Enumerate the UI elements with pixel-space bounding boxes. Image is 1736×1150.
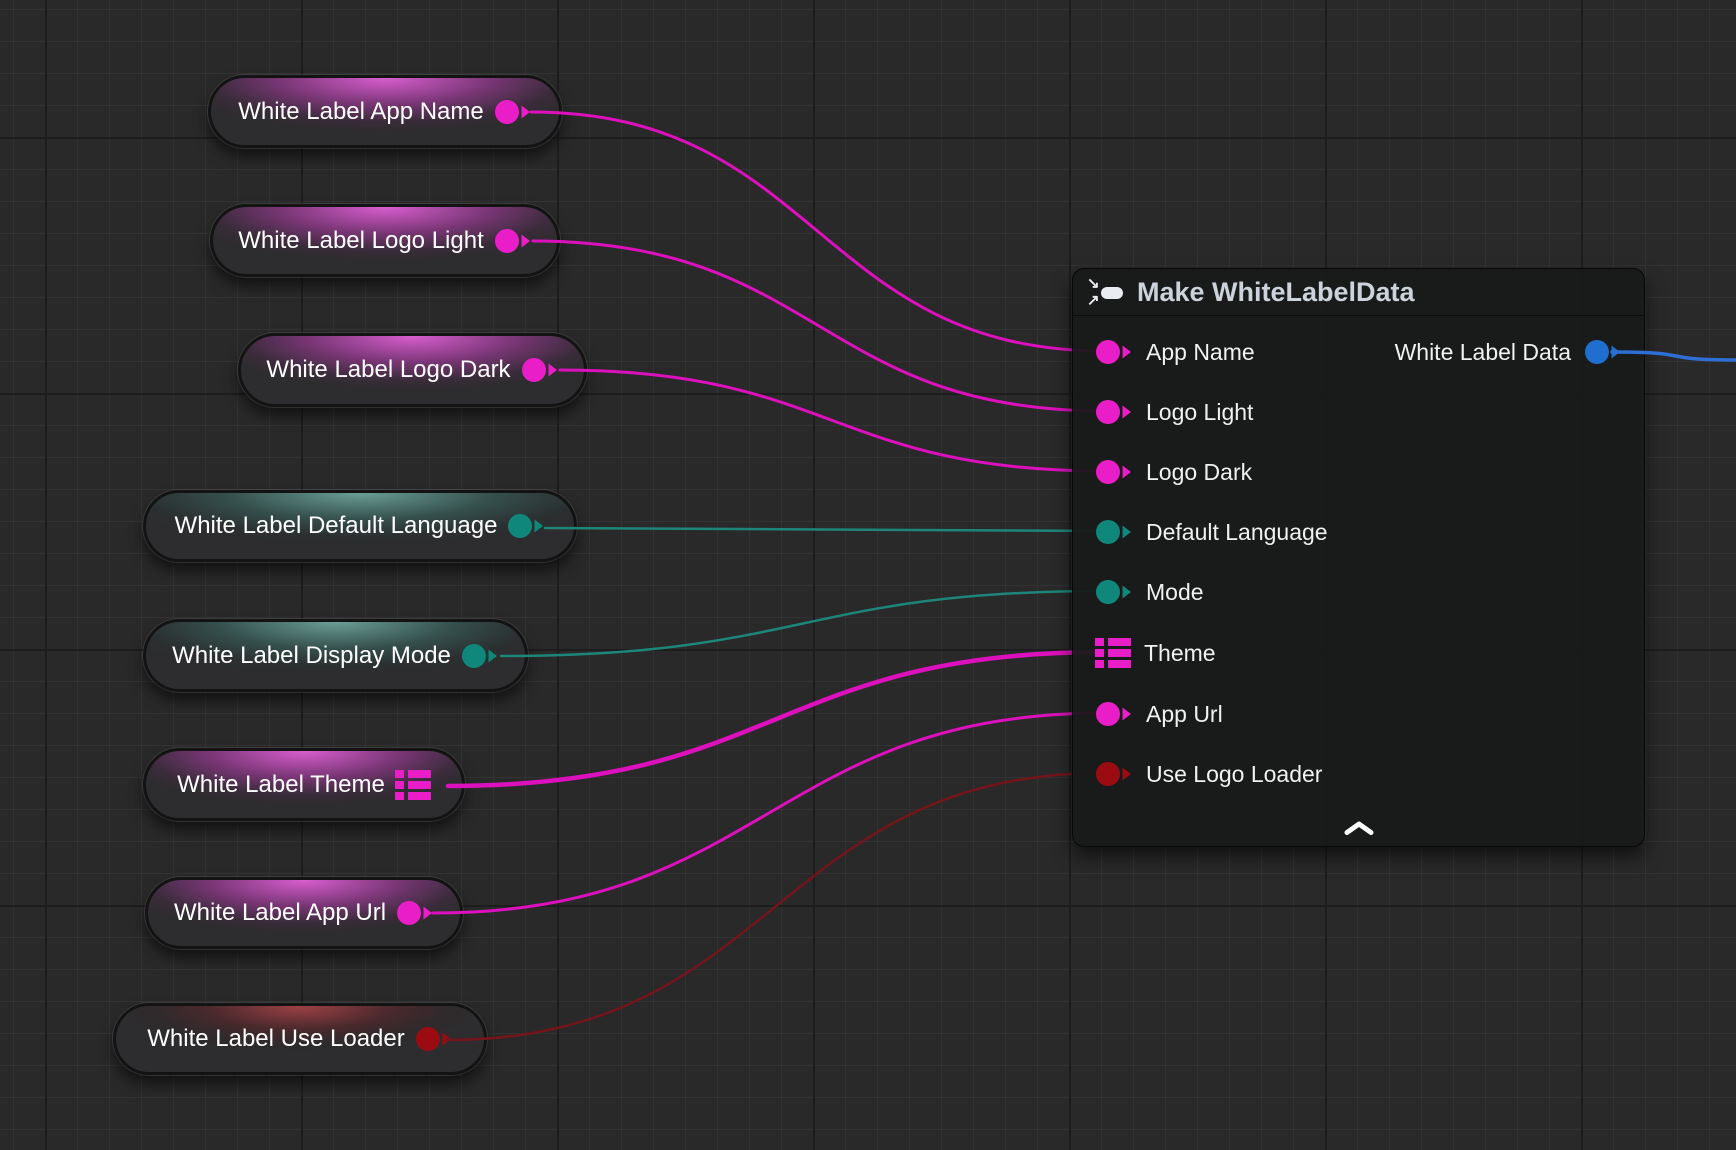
- make-whitelabeldata-node[interactable]: ↘↗ Make WhiteLabelData App Name Logo Lig…: [1072, 268, 1645, 847]
- input-pin-use-logo-loader-icon[interactable]: [1095, 760, 1133, 788]
- output-pin-white-label-app-name-icon[interactable]: [494, 98, 532, 126]
- pin-label: Mode: [1146, 579, 1204, 606]
- getter-label: White Label Display Mode: [172, 642, 451, 670]
- output-pin-white-label-app-url-icon[interactable]: [396, 899, 434, 927]
- input-pin-row-app-url: App Url: [1073, 696, 1223, 732]
- getter-node-white-label-logo-light[interactable]: White Label Logo Light: [210, 204, 560, 277]
- input-pin-row-default-language: Default Language: [1073, 514, 1328, 550]
- output-pin-white-label-logo-light-icon[interactable]: [494, 227, 532, 255]
- input-pin-default-language-icon[interactable]: [1095, 518, 1133, 546]
- node-header[interactable]: ↘↗ Make WhiteLabelData: [1073, 269, 1644, 316]
- input-pin-row-logo-dark: Logo Dark: [1073, 454, 1252, 490]
- pin-label: Default Language: [1146, 519, 1328, 546]
- chevron-up-icon[interactable]: [1338, 819, 1380, 840]
- input-pin-row-theme: Theme: [1073, 635, 1216, 671]
- input-pin-logo-dark-icon[interactable]: [1095, 458, 1133, 486]
- pin-label: Logo Dark: [1146, 459, 1252, 486]
- pin-label: White Label Data: [1395, 339, 1571, 366]
- output-pin-white-label-default-language-icon[interactable]: [507, 512, 545, 540]
- output-pin-white-label-use-loader-icon[interactable]: [415, 1025, 453, 1053]
- getter-label: White Label Logo Dark: [266, 356, 510, 384]
- output-pin-white-label-theme-struct-icon[interactable]: [395, 770, 431, 800]
- getter-label: White Label App Name: [238, 98, 483, 126]
- blueprint-graph-canvas[interactable]: White Label App Name White Label Logo Li…: [0, 0, 1736, 1150]
- output-pin-row-white-label-data: White Label Data: [1395, 334, 1622, 370]
- getter-label: White Label Logo Light: [238, 227, 484, 255]
- getter-label: White Label Default Language: [175, 512, 498, 540]
- input-pin-row-app-name: App Name: [1073, 334, 1255, 370]
- pin-label: App Url: [1146, 701, 1223, 728]
- pin-label: Theme: [1144, 640, 1216, 667]
- make-struct-icon: ↘↗: [1087, 277, 1125, 307]
- input-pin-row-use-logo-loader: Use Logo Loader: [1073, 756, 1322, 792]
- output-pin-white-label-data-icon[interactable]: [1584, 338, 1622, 366]
- pin-label: Use Logo Loader: [1146, 761, 1322, 788]
- input-pin-row-logo-light: Logo Light: [1073, 394, 1253, 430]
- input-pin-mode-icon[interactable]: [1095, 578, 1133, 606]
- getter-node-white-label-theme[interactable]: White Label Theme: [143, 748, 465, 821]
- input-pin-theme-struct-icon[interactable]: [1095, 638, 1131, 668]
- output-pin-white-label-display-mode-icon[interactable]: [461, 642, 499, 670]
- getter-node-white-label-display-mode[interactable]: White Label Display Mode: [143, 619, 528, 692]
- getter-node-white-label-logo-dark[interactable]: White Label Logo Dark: [238, 333, 587, 407]
- node-title: Make WhiteLabelData: [1137, 277, 1415, 308]
- input-pin-logo-light-icon[interactable]: [1095, 398, 1133, 426]
- getter-node-white-label-app-url[interactable]: White Label App Url: [145, 877, 463, 949]
- getter-node-white-label-default-language[interactable]: White Label Default Language: [143, 490, 577, 562]
- getter-label: White Label Theme: [177, 771, 385, 799]
- pin-label: App Name: [1146, 339, 1255, 366]
- pin-label: Logo Light: [1146, 399, 1253, 426]
- input-pin-app-name-icon[interactable]: [1095, 338, 1133, 366]
- input-pin-row-mode: Mode: [1073, 574, 1204, 610]
- input-pin-app-url-icon[interactable]: [1095, 700, 1133, 728]
- getter-node-white-label-app-name[interactable]: White Label App Name: [208, 75, 562, 148]
- getter-label: White Label App Url: [174, 899, 386, 927]
- getter-node-white-label-use-loader[interactable]: White Label Use Loader: [113, 1003, 487, 1075]
- output-pin-white-label-logo-dark-icon[interactable]: [521, 356, 559, 384]
- getter-label: White Label Use Loader: [147, 1025, 404, 1053]
